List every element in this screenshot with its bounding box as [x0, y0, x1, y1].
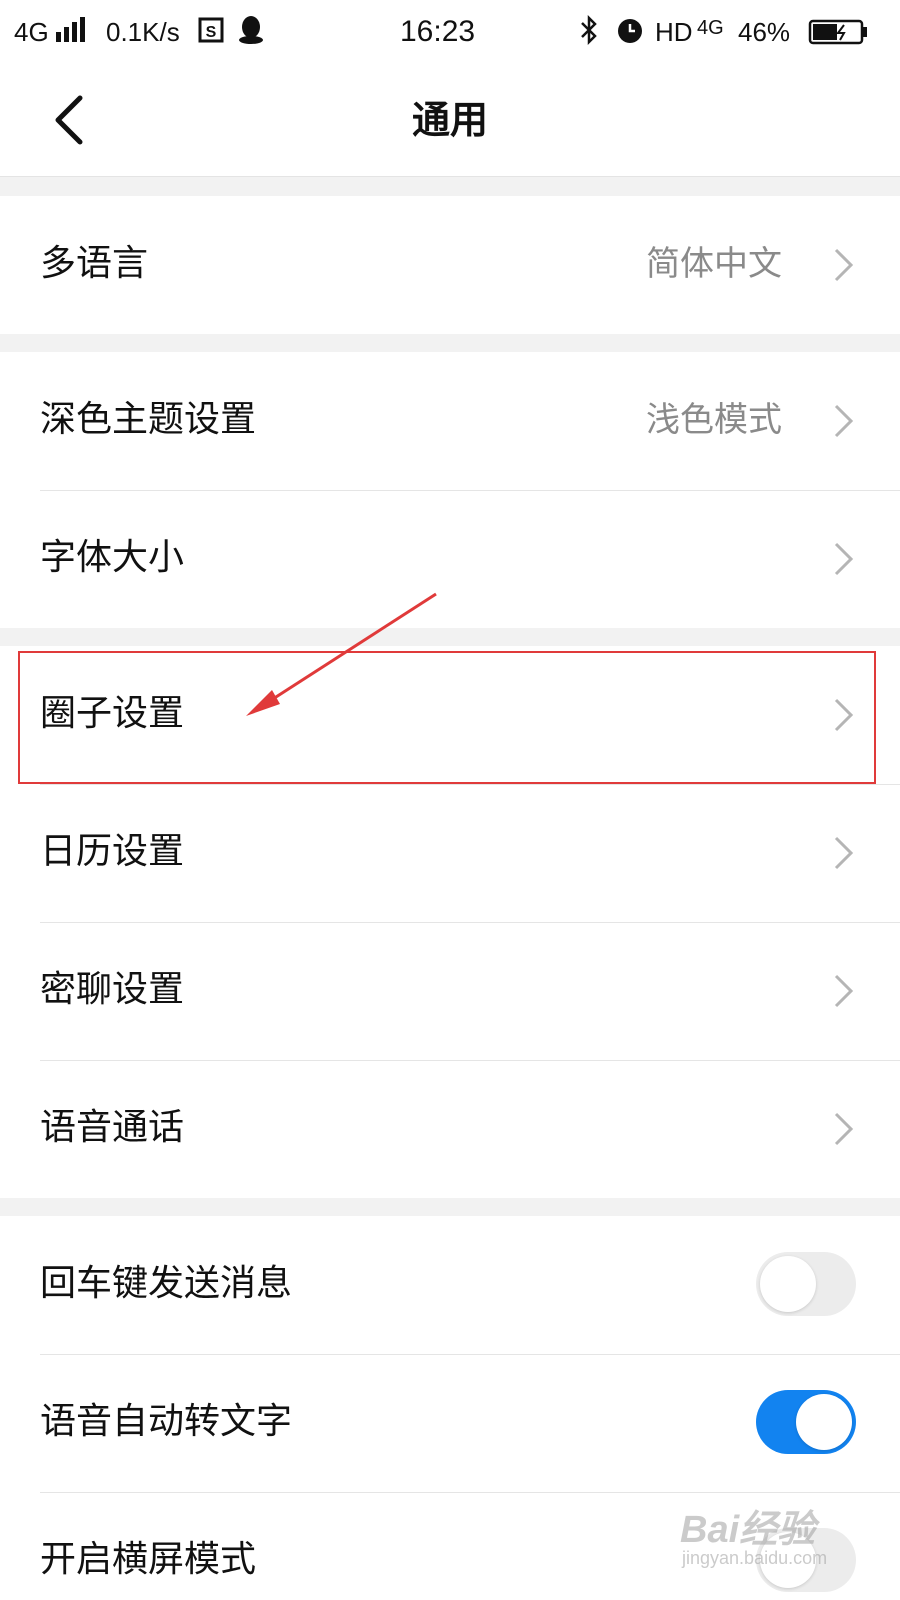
row-value: 浅色模式	[646, 400, 782, 440]
settings-row-voice-to-text: 语音自动转文字	[0, 1354, 900, 1492]
voice-to-text-toggle[interactable]	[756, 1390, 856, 1454]
svg-text:S: S	[206, 24, 217, 41]
network-type: 4G	[14, 17, 49, 47]
highlight-box	[18, 651, 876, 784]
settings-row-secret-chat[interactable]: 密聊设置	[0, 922, 900, 1060]
row-label: 深色主题设置	[40, 399, 257, 440]
row-label: 回车键发送消息	[40, 1263, 293, 1304]
chevron-right-icon	[834, 248, 854, 282]
row-label: 开启横屏模式	[40, 1539, 257, 1580]
s-app-icon: S	[198, 16, 224, 52]
enter-send-toggle[interactable]	[756, 1252, 856, 1316]
battery-percent: 46%	[738, 17, 791, 47]
row-label: 语音自动转文字	[40, 1401, 293, 1442]
watermark-url: jingyan.baidu.com	[682, 1548, 828, 1568]
battery-icon	[808, 18, 868, 54]
row-label: 多语言	[40, 243, 149, 284]
settings-row-language[interactable]: 多语言 简体中文	[0, 196, 900, 334]
chevron-right-icon	[834, 1112, 854, 1146]
section-language: 多语言 简体中文	[0, 196, 900, 334]
network-speed: 0.1K/s	[106, 17, 180, 47]
chevron-right-icon	[834, 836, 854, 870]
row-label: 语音通话	[40, 1107, 185, 1148]
toggle-knob	[796, 1394, 852, 1450]
alarm-icon	[614, 14, 646, 55]
row-label: 密聊设置	[40, 969, 185, 1010]
chevron-right-icon	[834, 974, 854, 1008]
chevron-right-icon	[834, 404, 854, 438]
settings-row-enter-send: 回车键发送消息	[0, 1216, 900, 1354]
status-bar: 4G 0.1K/s S 16:23 HD 4G 46%	[0, 0, 900, 64]
hd-label: HD	[655, 17, 693, 47]
signal-icon	[54, 14, 88, 53]
network-type-2: 4G	[697, 17, 724, 39]
nav-bar: 通用	[0, 64, 900, 177]
settings-row-font-size[interactable]: 字体大小	[0, 490, 900, 628]
settings-row-voice-call[interactable]: 语音通话	[0, 1060, 900, 1198]
clock: 16:23	[400, 15, 476, 48]
row-value: 简体中文	[646, 244, 782, 284]
qq-icon	[238, 14, 264, 55]
row-label: 字体大小	[40, 537, 185, 578]
section-display: 深色主题设置 浅色模式 字体大小	[0, 352, 900, 628]
settings-row-dark-theme[interactable]: 深色主题设置 浅色模式	[0, 352, 900, 490]
watermark: Bai经验 jingyan.baidu.com	[680, 1498, 860, 1578]
watermark-brand: Bai经验	[680, 1509, 816, 1551]
chevron-right-icon	[834, 542, 854, 576]
bluetooth-icon	[578, 14, 600, 55]
toggle-knob	[760, 1256, 816, 1312]
settings-row-calendar[interactable]: 日历设置	[0, 784, 900, 922]
row-label: 日历设置	[40, 831, 185, 872]
page-title: 通用	[411, 98, 488, 142]
